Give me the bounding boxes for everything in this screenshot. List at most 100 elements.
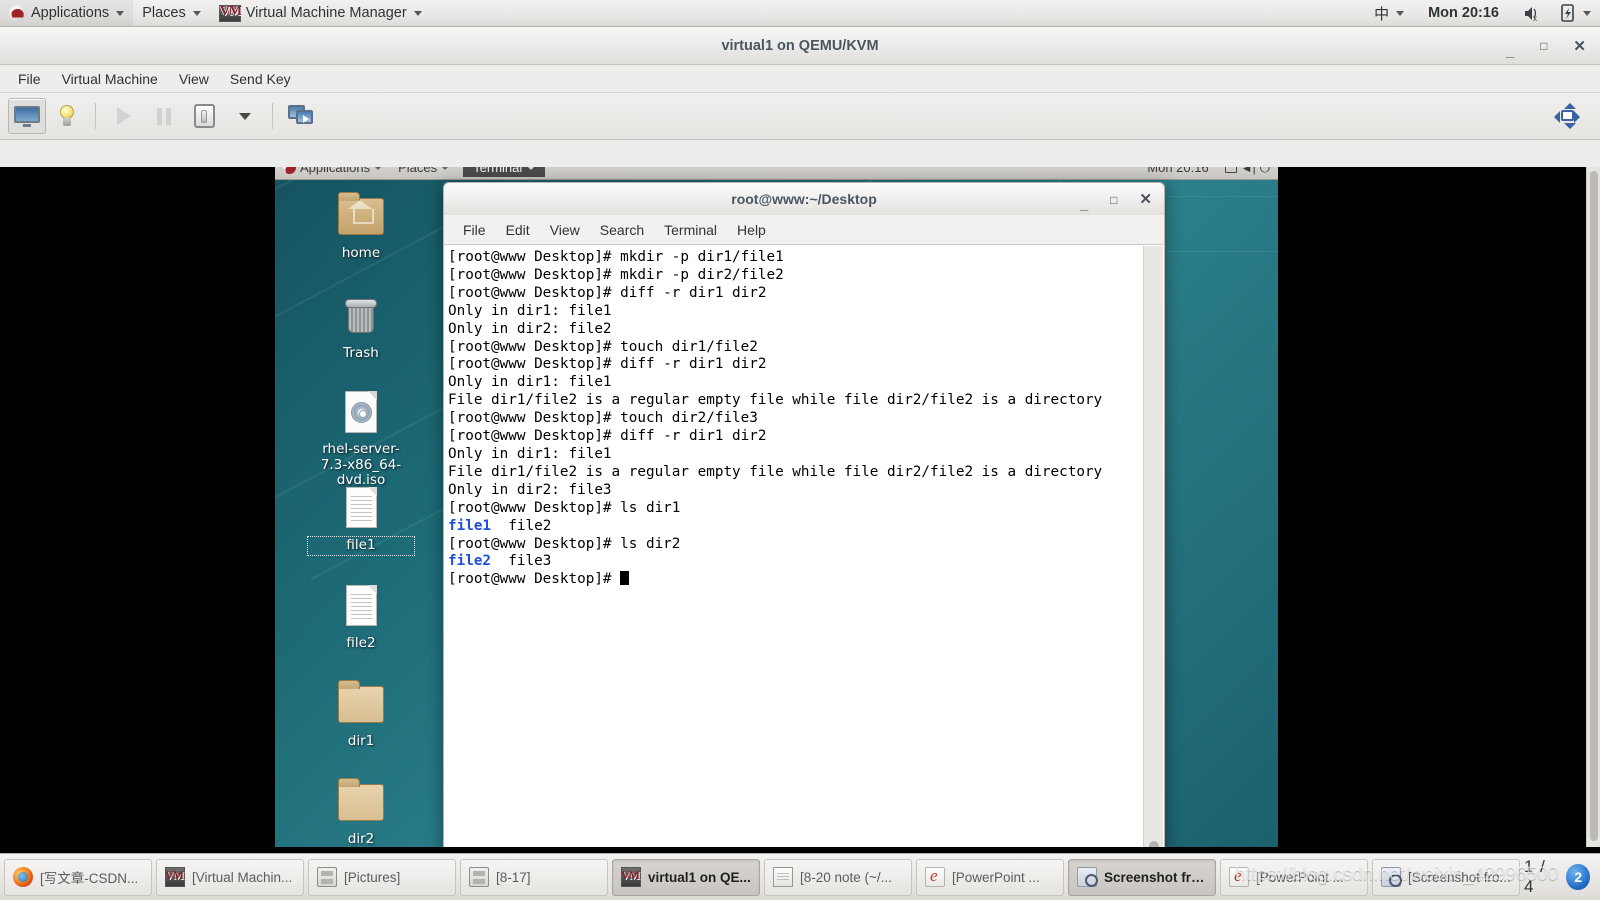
console-view-button[interactable] bbox=[8, 98, 46, 134]
taskbar-item-label: virtual1 on QE... bbox=[648, 869, 751, 885]
taskbar-item-firefox[interactable]: [写文章-CSDN... bbox=[4, 858, 152, 896]
network-icon: ◄| bbox=[1240, 167, 1256, 175]
toolbar-separator bbox=[95, 103, 96, 129]
terminal-line: file2 file3 bbox=[448, 553, 552, 570]
viewport-vertical-scrollbar-thumb[interactable] bbox=[1590, 171, 1598, 841]
desktop-icon-dir1[interactable]: dir1 bbox=[308, 680, 414, 751]
desktop-icon-file2[interactable]: file2 bbox=[308, 582, 414, 653]
terminal-line: [root@www Desktop]# touch dir2/file3 bbox=[448, 410, 758, 427]
iso-file-icon bbox=[337, 388, 385, 436]
terminal-line: Only in dir1: file1 bbox=[448, 302, 612, 319]
firefox-icon bbox=[13, 867, 33, 887]
desktop-icon-trash[interactable]: Trash bbox=[308, 292, 414, 363]
terminal-close-button[interactable]: ✕ bbox=[1139, 192, 1152, 207]
terminal-minimize-button[interactable]: _ bbox=[1080, 197, 1088, 212]
terminal-dir-entry: file1 bbox=[448, 517, 492, 534]
home-folder-icon bbox=[337, 192, 385, 240]
guest-applications-label: Applications bbox=[300, 167, 371, 175]
taskbar-item-virtual1[interactable]: virtual1 on QE... bbox=[612, 858, 760, 896]
applications-menu[interactable]: Applications bbox=[0, 0, 134, 26]
terminal-menu-edit[interactable]: Edit bbox=[497, 219, 539, 241]
taskbar-item-label: [Pictures] bbox=[344, 869, 401, 885]
terminal-line: Only in dir2: file2 bbox=[448, 320, 612, 337]
fullscreen-button[interactable] bbox=[1548, 98, 1586, 134]
viewport-vertical-scrollbar[interactable] bbox=[1586, 167, 1600, 847]
fullscreen-icon bbox=[1554, 103, 1580, 129]
tray-badge[interactable]: 2 bbox=[1566, 864, 1590, 890]
vmm-toolbar bbox=[0, 93, 1600, 140]
gnome-terminal-window[interactable]: root@www:~/Desktop _ □ ✕ File Edit View … bbox=[443, 182, 1165, 847]
input-method-indicator[interactable]: 中 bbox=[1365, 0, 1413, 26]
terminal-line: [root@www Desktop]# diff -r dir1 dir2 bbox=[448, 356, 767, 373]
terminal-line: File dir1/file2 is a regular empty file … bbox=[448, 392, 1103, 409]
vmm-menu-send-key[interactable]: Send Key bbox=[220, 68, 301, 90]
desktop-icon-dir2[interactable]: dir2 bbox=[308, 778, 414, 847]
terminal-menu-search[interactable]: Search bbox=[591, 219, 653, 241]
taskbar-item-label: [8-20 note (~/... bbox=[800, 869, 892, 885]
taskbar-item-virt-manager[interactable]: [Virtual Machin... bbox=[156, 858, 304, 896]
show-details-button[interactable] bbox=[48, 98, 86, 134]
terminal-menu-terminal[interactable]: Terminal bbox=[655, 219, 726, 241]
terminal-menu-file[interactable]: File bbox=[454, 219, 495, 241]
battery-indicator[interactable] bbox=[1551, 0, 1600, 26]
vmm-minimize-button[interactable]: _ bbox=[1506, 44, 1514, 59]
chevron-down-icon bbox=[527, 167, 536, 170]
taskbar-item-note[interactable]: [8-20 note (~/... bbox=[764, 858, 912, 896]
shutdown-button[interactable] bbox=[185, 98, 223, 134]
vmm-menu-virtual-machine[interactable]: Virtual Machine bbox=[52, 68, 168, 90]
desktop-icon-file1[interactable]: file1 bbox=[307, 484, 415, 556]
taskbar-item-label: [8-17] bbox=[496, 869, 531, 885]
taskbar-item-screenshot-1[interactable]: Screenshot fro... bbox=[1068, 858, 1216, 896]
host-taskbar: [写文章-CSDN... [Virtual Machin... [Picture… bbox=[0, 853, 1600, 900]
shutdown-dropdown-button[interactable] bbox=[225, 98, 263, 134]
guest-clock[interactable]: Mon 20:16 bbox=[1139, 167, 1216, 175]
host-top-panel: Applications Places Virtual Machine Mana… bbox=[0, 0, 1600, 27]
taskbar-item-powerpoint-2[interactable]: [PowerPoint ... bbox=[1220, 858, 1368, 896]
vmm-menu-file[interactable]: File bbox=[8, 68, 51, 90]
vmm-maximize-button[interactable]: □ bbox=[1540, 40, 1547, 52]
terminal-scrollbar[interactable] bbox=[1143, 246, 1163, 847]
guest-status-icons[interactable]: ◄| ⏻ bbox=[1217, 167, 1278, 176]
guest-places-menu[interactable]: Places bbox=[390, 167, 457, 175]
terminal-scrollbar-thumb[interactable] bbox=[1149, 841, 1159, 847]
screen-root: Applications Places Virtual Machine Mana… bbox=[0, 0, 1600, 900]
pause-button[interactable] bbox=[145, 98, 183, 134]
desktop-icon-iso[interactable]: rhel-server-7.3-x86_64-dvd.iso bbox=[308, 388, 414, 490]
taskbar-item-pictures[interactable]: [Pictures] bbox=[308, 858, 456, 896]
snapshots-button[interactable] bbox=[282, 98, 320, 134]
virtual-machine-manager-menu[interactable]: Virtual Machine Manager bbox=[210, 0, 431, 26]
guest-applications-menu[interactable]: Applications bbox=[275, 167, 390, 175]
chevron-down-icon bbox=[116, 10, 125, 16]
toolbar-separator bbox=[272, 103, 273, 129]
places-menu[interactable]: Places bbox=[133, 0, 210, 26]
terminal-window-controls: _ □ ✕ bbox=[1080, 183, 1152, 216]
taskbar-item-powerpoint-1[interactable]: [PowerPoint ... bbox=[916, 858, 1064, 896]
terminal-menu-help[interactable]: Help bbox=[728, 219, 775, 241]
workspace-switcher[interactable]: 1 / 4 bbox=[1524, 857, 1558, 897]
virt-manager-icon bbox=[621, 867, 641, 887]
vmm-menubar: File Virtual Machine View Send Key bbox=[0, 65, 1600, 93]
vmm-window-controls: _ □ ✕ bbox=[1506, 27, 1586, 65]
run-button[interactable] bbox=[105, 98, 143, 134]
terminal-line: [root@www Desktop]# mkdir -p dir1/file1 bbox=[448, 249, 784, 265]
battery-charging-icon bbox=[1561, 4, 1574, 22]
terminal-menu-view[interactable]: View bbox=[541, 219, 589, 241]
vmm-close-button[interactable]: ✕ bbox=[1573, 39, 1586, 54]
volume-muted-indicator[interactable]: x bbox=[1514, 0, 1551, 26]
terminal-output[interactable]: [root@www Desktop]# mkdir -p dir1/file1[… bbox=[444, 249, 1142, 847]
terminal-line: [root@www Desktop]# mkdir -p dir2/file2 bbox=[448, 266, 784, 283]
virt-manager-window: virtual1 on QEMU/KVM _ □ ✕ File Virtual … bbox=[0, 27, 1600, 847]
chevron-down-icon bbox=[192, 10, 201, 16]
virt-manager-icon bbox=[165, 867, 185, 887]
file-manager-icon bbox=[469, 867, 489, 887]
vmm-menu-view[interactable]: View bbox=[169, 68, 219, 90]
vm-guest-viewport[interactable]: Applications Places Terminal Mon 20:16 ◄… bbox=[0, 167, 1600, 847]
clock[interactable]: Mon 20:16 bbox=[1413, 0, 1514, 26]
terminal-maximize-button[interactable]: □ bbox=[1110, 194, 1117, 206]
terminal-body[interactable]: [root@www Desktop]# mkdir -p dir1/file1[… bbox=[443, 245, 1165, 847]
taskbar-item-8-17[interactable]: [8-17] bbox=[460, 858, 608, 896]
taskbar-item-screenshot-2[interactable]: [Screenshot fro... bbox=[1372, 858, 1520, 896]
desktop-icon-home[interactable]: home bbox=[308, 192, 414, 263]
terminal-line: [root@www Desktop]# diff -r dir1 dir2 bbox=[448, 284, 767, 301]
guest-window-title-button[interactable]: Terminal bbox=[463, 167, 546, 177]
